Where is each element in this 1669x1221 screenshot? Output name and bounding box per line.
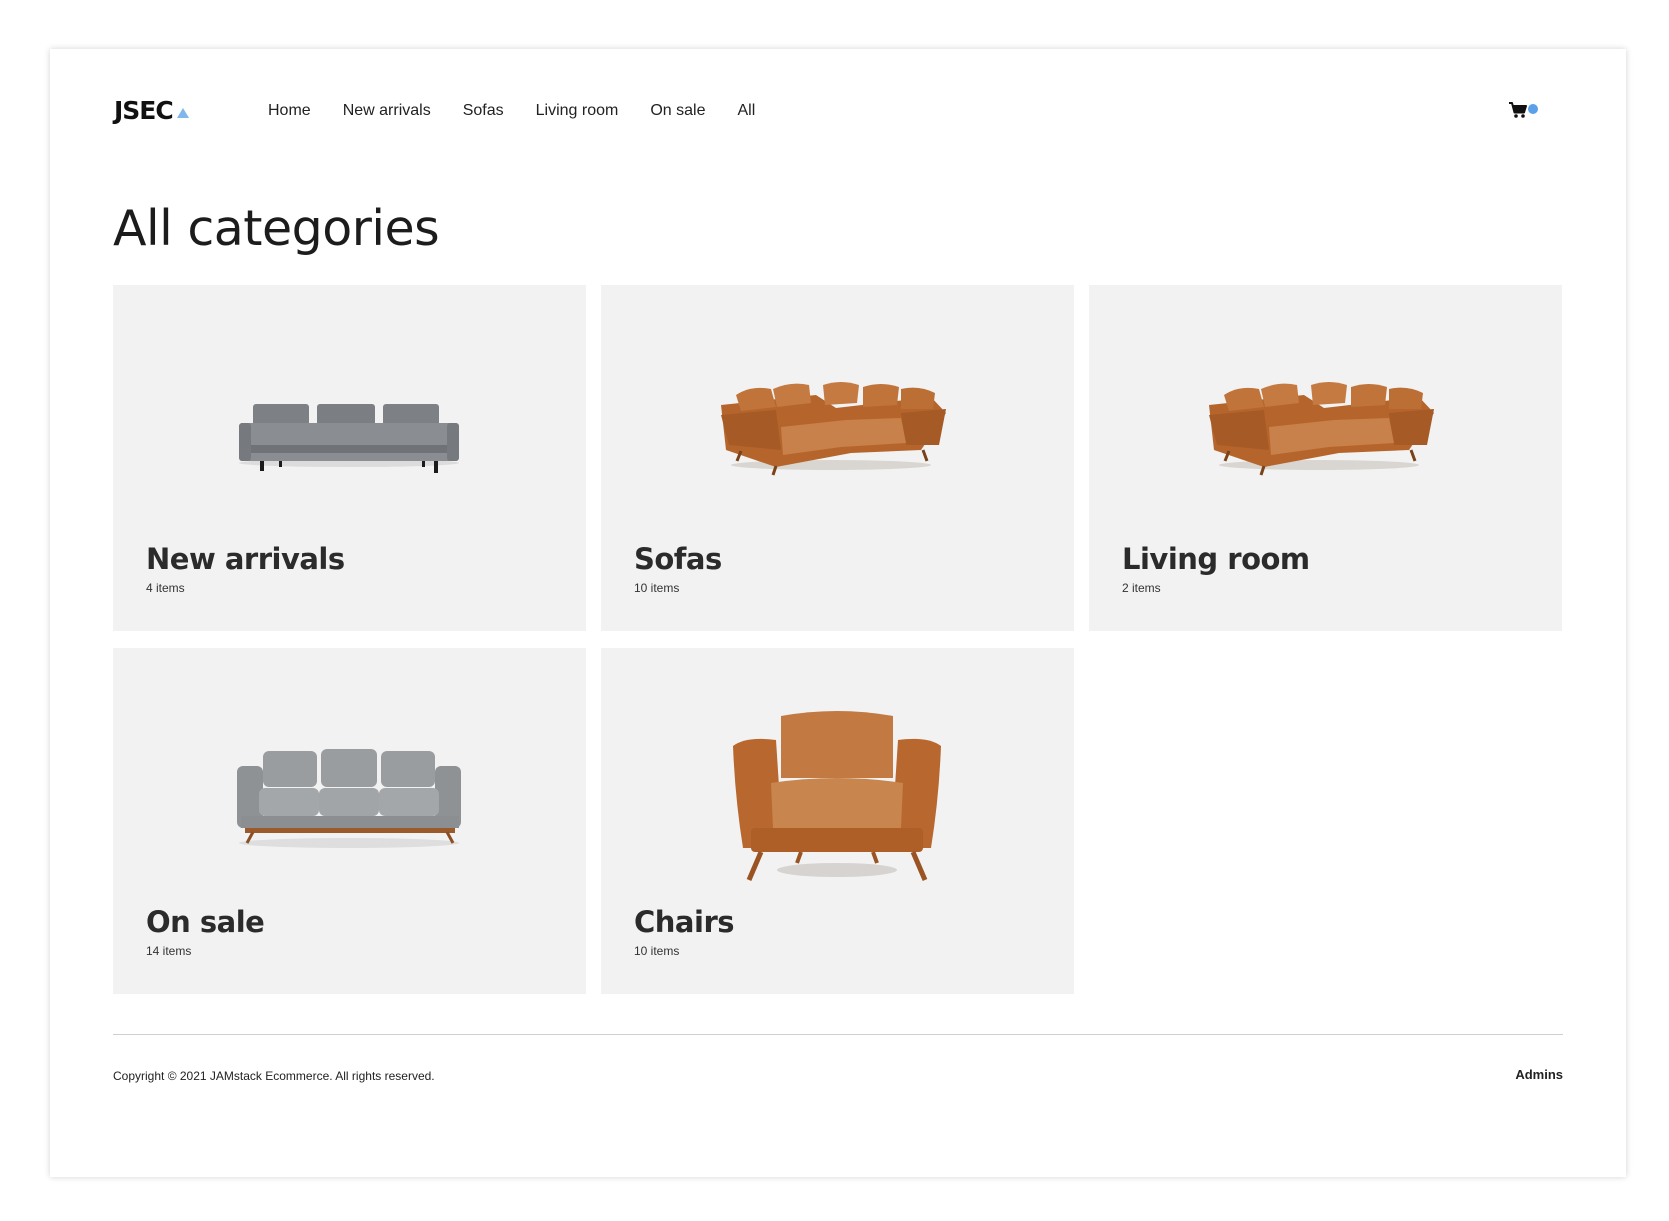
- category-title: New arrivals: [146, 542, 345, 576]
- category-count: 10 items: [634, 944, 680, 958]
- category-image: [113, 285, 586, 535]
- leather-sectional-image: [1209, 382, 1434, 476]
- page: JSEC Home New arrivals Sofas Living room…: [113, 49, 1563, 1177]
- copyright-text: Copyright © 2021 JAMstack Ecommerce. All…: [113, 1069, 435, 1083]
- nav-link-home[interactable]: Home: [268, 96, 311, 126]
- browser-frame: JSEC Home New arrivals Sofas Living room…: [50, 49, 1626, 1177]
- category-count: 10 items: [634, 581, 680, 595]
- category-card-living-room[interactable]: Living room 2 items: [1089, 285, 1562, 631]
- category-image: [601, 285, 1074, 535]
- leather-armchair-image: [733, 711, 941, 881]
- category-card-new-arrivals[interactable]: New arrivals 4 items: [113, 285, 586, 631]
- category-card-sofas[interactable]: Sofas 10 items: [601, 285, 1074, 631]
- grey-couch-image: [237, 749, 461, 848]
- logo[interactable]: JSEC: [114, 96, 189, 126]
- category-image: [1089, 285, 1562, 535]
- cart-badge: [1528, 104, 1538, 114]
- cart-button[interactable]: [1508, 101, 1540, 121]
- leather-sectional-image: [721, 382, 946, 476]
- category-count: 14 items: [146, 944, 192, 958]
- grey-sofa-image: [239, 404, 459, 473]
- logo-text: JSEC: [114, 96, 174, 125]
- category-title: Sofas: [634, 542, 722, 576]
- category-title: Chairs: [634, 905, 735, 939]
- nav-link-living-room[interactable]: Living room: [536, 96, 619, 126]
- nav-link-on-sale[interactable]: On sale: [650, 96, 705, 126]
- logo-triangle-icon: [176, 108, 189, 118]
- footer-divider: [113, 1034, 1563, 1035]
- category-card-on-sale[interactable]: On sale 14 items: [113, 648, 586, 994]
- category-title: Living room: [1122, 542, 1310, 576]
- admins-link[interactable]: Admins: [1515, 1067, 1563, 1083]
- nav-link-all[interactable]: All: [737, 96, 755, 126]
- nav-link-new-arrivals[interactable]: New arrivals: [343, 96, 431, 126]
- main-nav: Home New arrivals Sofas Living room On s…: [268, 96, 787, 126]
- category-count: 2 items: [1122, 581, 1161, 595]
- category-title: On sale: [146, 905, 265, 939]
- category-count: 4 items: [146, 581, 185, 595]
- cart-icon: [1509, 102, 1527, 118]
- page-title: All categories: [113, 200, 440, 257]
- category-image: [601, 648, 1074, 898]
- site-header: JSEC Home New arrivals Sofas Living room…: [113, 96, 1563, 126]
- category-card-chairs[interactable]: Chairs 10 items: [601, 648, 1074, 994]
- nav-link-sofas[interactable]: Sofas: [463, 96, 504, 126]
- category-image: [113, 648, 586, 898]
